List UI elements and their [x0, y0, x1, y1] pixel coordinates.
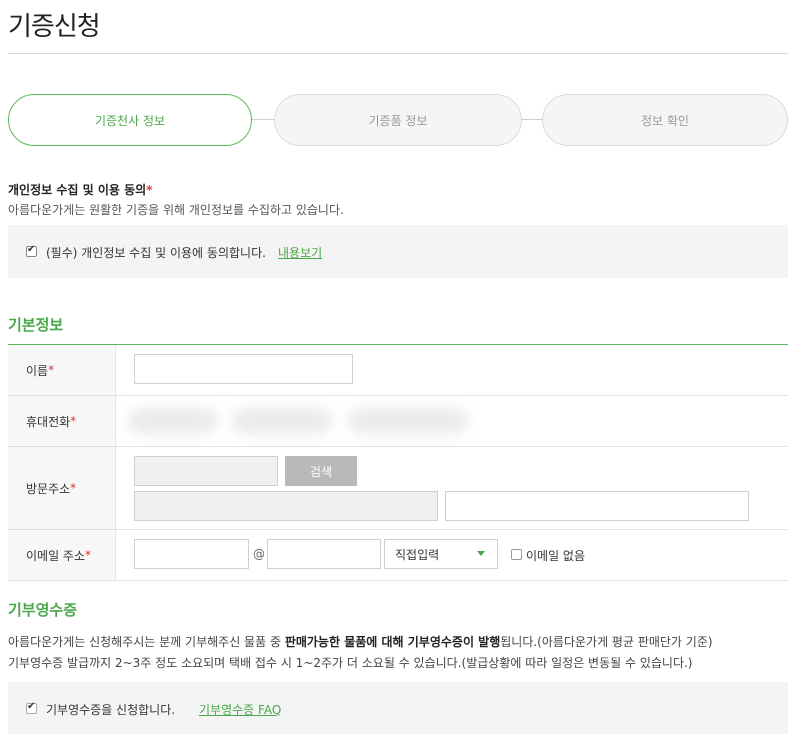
receipt-request-box: 기부영수증을 신청합니다. 기부영수증 FAQ	[8, 682, 788, 734]
no-email-checkbox[interactable]	[511, 549, 522, 560]
privacy-details-link[interactable]: 내용보기	[278, 244, 322, 261]
receipt-desc-suffix: 됩니다.(아름다운가게 평균 판매단가 기준)	[500, 635, 713, 649]
address-search-button[interactable]: 검색	[285, 456, 357, 486]
email-domain-select-value: 직접입력	[395, 547, 440, 562]
privacy-agreement-title-text: 개인정보 수집 및 이용 동의	[8, 183, 147, 197]
phone-row: 휴대전화 *	[8, 396, 788, 447]
phone-label: 휴대전화 *	[8, 396, 116, 446]
receipt-description: 아름다운가게는 신청해주시는 분께 기부해주신 물품 중 판매가능한 물품에 대…	[8, 632, 713, 674]
receipt-request-label: 기부영수증을 신청합니다.	[46, 703, 176, 717]
required-mark: *	[48, 363, 55, 377]
phone-prefix-field[interactable]	[128, 408, 218, 434]
address-label: 방문주소 *	[8, 447, 116, 529]
basic-info-title: 기본정보	[8, 316, 64, 334]
email-row: 이메일 주소 * @ 직접입력 이메일 없음	[8, 530, 788, 581]
privacy-consent-checkbox[interactable]	[26, 244, 37, 257]
privacy-consent-box: (필수) 개인정보 수집 및 이용에 동의합니다. 내용보기	[8, 225, 788, 278]
receipt-desc-bold: 판매가능한 물품에 대해 기부영수증이 발행	[284, 635, 501, 649]
title-divider	[8, 53, 788, 54]
receipt-faq-link[interactable]: 기부영수증 FAQ	[199, 701, 281, 718]
email-label: 이메일 주소 *	[8, 530, 116, 580]
email-domain-select[interactable]: 직접입력	[384, 539, 498, 569]
receipt-request-checkbox[interactable]	[26, 701, 37, 714]
required-mark: *	[85, 548, 92, 562]
address-row: 방문주소 * 검색	[8, 447, 788, 530]
email-domain-input[interactable]	[267, 539, 381, 569]
address-detail-input[interactable]	[445, 491, 749, 521]
receipt-desc-prefix: 아름다운가게는 신청해주시는 분께 기부해주신 물품 중	[8, 635, 285, 649]
basic-info-form: 이름 * 휴대전화 * 방문주소 * 검색 이메일 주소 * @ 직접입력 이메…	[8, 344, 788, 581]
step-item-info: 기증품 정보	[274, 94, 522, 146]
step-indicator: 기증천사 정보 기증품 정보 정보 확인	[8, 94, 788, 146]
page-title: 기증신청	[8, 12, 101, 42]
chevron-down-icon	[477, 551, 485, 556]
required-mark: *	[70, 481, 77, 495]
required-mark: *	[70, 414, 77, 428]
privacy-consent-label: (필수) 개인정보 수집 및 이용에 동의합니다.	[46, 246, 266, 260]
address-label-text: 방문주소	[26, 481, 71, 496]
phone-label-text: 휴대전화	[26, 414, 71, 429]
phone-last-field[interactable]	[348, 408, 468, 434]
postcode-input[interactable]	[134, 456, 278, 486]
receipt-title: 기부영수증	[8, 601, 78, 619]
name-label: 이름 *	[8, 345, 116, 395]
step-donor-info: 기증천사 정보	[8, 94, 252, 146]
email-id-input[interactable]	[134, 539, 249, 569]
step-confirm: 정보 확인	[542, 94, 788, 146]
address-input[interactable]	[134, 491, 438, 521]
receipt-description-line2: 기부영수증 발급까지 2~3주 정도 소요되며 택배 접수 시 1~2주가 더 …	[8, 656, 693, 670]
required-mark: *	[146, 183, 153, 197]
name-label-text: 이름	[26, 363, 49, 378]
no-email-label: 이메일 없음	[526, 549, 586, 563]
privacy-agreement-title: 개인정보 수집 및 이용 동의*	[8, 181, 152, 198]
phone-middle-field[interactable]	[232, 408, 332, 434]
privacy-agreement-description: 아름다운가게는 원활한 기증을 위해 개인정보를 수집하고 있습니다.	[8, 203, 344, 217]
name-row: 이름 *	[8, 345, 788, 396]
email-label-text: 이메일 주소	[26, 548, 86, 563]
name-input[interactable]	[134, 354, 353, 384]
receipt-description-line1: 아름다운가게는 신청해주시는 분께 기부해주신 물품 중 판매가능한 물품에 대…	[8, 632, 713, 653]
email-at-symbol: @	[253, 547, 265, 561]
